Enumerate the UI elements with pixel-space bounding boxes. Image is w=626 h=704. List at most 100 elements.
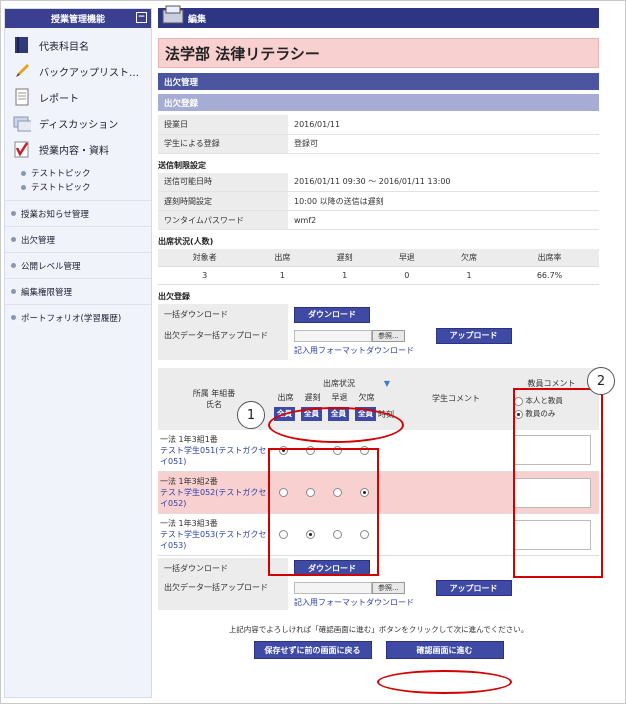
browse-button[interactable]: 参照... — [372, 329, 405, 342]
stat-header: 対象者 — [158, 249, 252, 267]
edit-header: 編集 — [158, 5, 599, 28]
table-row: 遅刻時間設定 10:00 以降の送信は遅刻 — [158, 191, 599, 211]
table-row: 出欠データ一括アップロード 参照... アップロード 記入用フォーマットダウンロ… — [158, 325, 599, 360]
course-title: 法学部 法律リテラシー — [158, 38, 599, 68]
student-name-link[interactable]: テスト学生053(テストガクセイ053) — [160, 529, 270, 551]
upload-file-input[interactable] — [294, 329, 372, 342]
student-cell: 一法 1年3組1番 テスト学生051(テストガクセイ051) — [158, 430, 270, 472]
table-row: 学生による登録 登録可 — [158, 134, 599, 154]
att-status-label: 出席状況 — [323, 379, 355, 388]
callout-ellipse-confirm — [377, 670, 512, 694]
sidebar-item-discussion[interactable]: ディスカッション — [5, 110, 151, 136]
attendance-stat-table: 対象者 出席 遅刻 早退 欠席 出席率 3 1 1 0 1 66.7% — [158, 249, 599, 285]
section-label: 公開レベル管理 — [21, 261, 81, 272]
sidebar-topic-item[interactable]: テストトピック — [5, 180, 151, 194]
sidebar-item-label: 代表科目名 — [39, 41, 89, 53]
attendance-section-bar: 出欠管理 — [158, 73, 599, 90]
student-comment-cell — [408, 472, 504, 514]
back-button[interactable]: 保存せずに前の画面に戻る — [253, 641, 372, 659]
sidebar-section-permissions[interactable]: 編集権限管理 — [5, 278, 151, 304]
student-name-link[interactable]: テスト学生051(テストガクセイ051) — [160, 445, 270, 467]
download-button[interactable]: ダウンロード — [294, 306, 370, 323]
register-title: 出欠登録 — [158, 291, 190, 301]
collapse-icon[interactable]: − — [136, 12, 147, 23]
att-col-absent: 欠席 — [358, 393, 375, 402]
stat-value: 66.7% — [500, 266, 599, 285]
att-col-present: 出席 — [277, 393, 294, 402]
upload-button-bottom[interactable]: アップロード — [435, 580, 512, 596]
att-status-title: 出席状況 ▼ — [270, 376, 408, 392]
table-row: 送信可能日時 2016/01/11 09:30 〜 2016/01/11 13:0… — [158, 172, 599, 192]
att-col-early: 早退 — [331, 393, 348, 402]
sidebar-item-course-name[interactable]: 代表科目名 — [5, 32, 151, 58]
stat-value: 0 — [375, 266, 438, 285]
sidebar: 授業管理機能 − 代表科目名 バックアップリスト… レポート ディスカッション … — [4, 8, 152, 698]
bullet-icon — [11, 263, 16, 268]
materials-icon — [13, 140, 31, 158]
stat-header: 遅刻 — [313, 249, 376, 267]
info-key: 学生による登録 — [158, 134, 288, 154]
info-value: 登録可 — [288, 134, 599, 154]
bulk-download-label: 一括ダウンロード — [158, 303, 288, 326]
bullet-icon — [21, 170, 26, 176]
confirm-button[interactable]: 確認画面に進む — [385, 641, 504, 659]
class-info-table: 授業日 2016/01/11 学生による登録 登録可 — [158, 115, 599, 154]
table-row: 一括ダウンロード ダウンロード — [158, 303, 599, 326]
sidebar-section-attendance[interactable]: 出欠管理 — [5, 226, 151, 252]
sidebar-section-portfolio[interactable]: ポートフォリオ(学習履歴) — [5, 304, 151, 330]
sidebar-item-label: 授業内容・資料 — [39, 145, 109, 157]
sidebar-section-notice[interactable]: 授業お知らせ管理 — [5, 200, 151, 226]
edit-tab-icon — [160, 4, 186, 29]
sidebar-item-report[interactable]: レポート — [5, 84, 151, 110]
report-icon — [13, 88, 31, 106]
stat-value: 3 — [158, 266, 252, 285]
sidebar-section-visibility[interactable]: 公開レベル管理 — [5, 252, 151, 278]
section-label: 授業お知らせ管理 — [21, 209, 89, 220]
upload-button[interactable]: アップロード — [435, 327, 512, 344]
student-class: 一法 1年3組2番 — [160, 477, 218, 486]
stat-value: 1 — [251, 266, 314, 285]
format-download-link[interactable]: 記入用フォーマットダウンロード — [294, 346, 414, 355]
info-value: wmf2 — [288, 210, 599, 230]
sidebar-item-backup[interactable]: バックアップリスト… — [5, 58, 151, 84]
student-name-link[interactable]: テスト学生052(テストガクセイ052) — [160, 487, 270, 509]
section-label: ポートフォリオ(学習履歴) — [21, 313, 122, 324]
info-key: 遅刻時間設定 — [158, 191, 288, 211]
dropdown-triangle-icon[interactable]: ▼ — [384, 376, 390, 392]
upload-file-input-bottom[interactable] — [294, 582, 372, 594]
bullet-icon — [11, 289, 16, 294]
sidebar-header: 授業管理機能 − — [5, 9, 151, 28]
bullet-icon — [11, 315, 16, 320]
callout-ellipse-header — [268, 407, 404, 443]
callout-number-1: 1 — [237, 401, 265, 429]
browse-button-bottom[interactable]: 参照... — [372, 582, 405, 594]
callout-box-teacher-comment — [513, 388, 603, 578]
table-row: 授業日 2016/01/11 — [158, 115, 599, 135]
table-row: 出欠データ一括アップロード 参照... アップロード 記入用フォーマットダウンロ… — [158, 578, 599, 610]
info-value: 10:00 以降の送信は遅刻 — [288, 191, 599, 211]
section-label: 出欠管理 — [21, 235, 56, 246]
register-section-bar: 出欠登録 — [158, 94, 599, 111]
sidebar-header-label: 授業管理機能 — [50, 15, 105, 25]
student-class: 一法 1年3組1番 — [160, 434, 218, 444]
bullet-icon — [11, 211, 16, 216]
format-download-link-bottom[interactable]: 記入用フォーマットダウンロード — [294, 598, 414, 607]
topic-label: テストトピック — [31, 183, 91, 193]
stat-header: 出席 — [251, 249, 314, 267]
discussion-icon — [13, 114, 31, 132]
stat-value: 1 — [437, 266, 501, 285]
bulk-actions-table: 一括ダウンロード ダウンロード 出欠データ一括アップロード 参照... アップロ… — [158, 303, 599, 360]
bullet-icon — [11, 237, 16, 242]
student-comment-cell — [408, 514, 504, 556]
info-value: 2016/01/11 — [288, 115, 599, 135]
bulk-upload-label: 出欠データ一括アップロード — [158, 325, 288, 360]
student-cell: 一法 1年3組2番 テスト学生052(テストガクセイ052) — [158, 472, 270, 514]
sidebar-item-materials[interactable]: 授業内容・資料 — [5, 136, 151, 162]
stat-header: 早退 — [375, 249, 438, 267]
stat-header: 欠席 — [437, 249, 501, 267]
section-label: 編集権限管理 — [21, 287, 73, 298]
bulk-upload-label: 出欠データ一括アップロード — [158, 578, 288, 610]
sidebar-topic-item[interactable]: テストトピック — [5, 166, 151, 180]
footer-actions: 保存せずに前の画面に戻る 確認画面に進む — [158, 641, 599, 659]
bullet-icon — [21, 184, 26, 190]
